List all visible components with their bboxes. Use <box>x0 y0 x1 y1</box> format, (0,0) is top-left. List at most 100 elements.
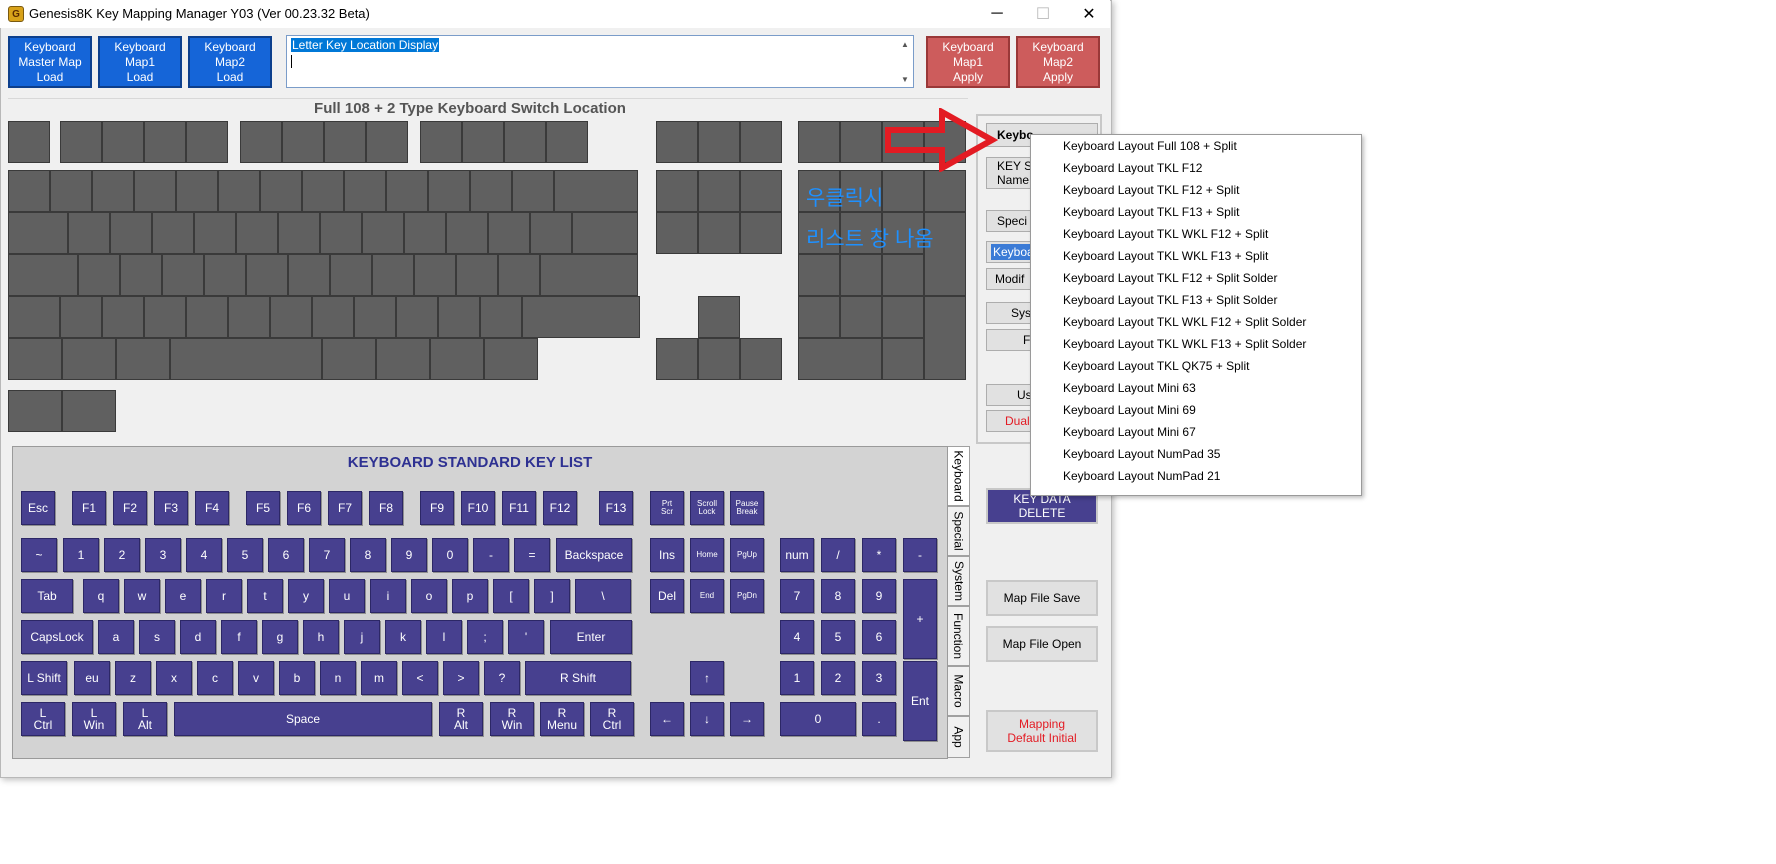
switch-slot[interactable] <box>386 170 428 212</box>
standard-key[interactable]: 7 <box>309 538 345 572</box>
standard-key[interactable]: y <box>288 579 324 613</box>
switch-slot[interactable] <box>376 338 430 380</box>
standard-key[interactable]: n <box>320 661 356 695</box>
switch-slot[interactable] <box>288 254 330 296</box>
dropdown-item[interactable]: Keyboard Layout Mini 67 <box>1063 425 1196 439</box>
standard-key[interactable]: 9 <box>391 538 427 572</box>
standard-key[interactable]: 5 <box>821 620 855 654</box>
standard-key[interactable]: L Shift <box>21 661 67 695</box>
switch-slot[interactable] <box>330 254 372 296</box>
standard-key[interactable]: L Ctrl <box>21 702 65 736</box>
switch-slot[interactable] <box>204 254 246 296</box>
scroll-up-icon[interactable]: ▲ <box>899 38 911 50</box>
dropdown-item[interactable]: Keyboard Layout NumPad 35 <box>1063 447 1220 461</box>
switch-slot[interactable] <box>8 390 62 432</box>
switch-slot[interactable] <box>302 170 344 212</box>
switch-slot[interactable] <box>882 170 924 212</box>
title-bar[interactable]: G Genesis8K Key Mapping Manager Y03 (Ver… <box>0 0 1110 28</box>
dropdown-item[interactable]: Keyboard Layout TKL WKL F12 + Split <box>1063 227 1268 241</box>
standard-key[interactable]: R Menu <box>540 702 584 736</box>
standard-key[interactable]: F6 <box>287 491 321 525</box>
standard-key[interactable]: - <box>473 538 509 572</box>
switch-slot[interactable] <box>656 170 698 212</box>
switch-slot[interactable] <box>656 121 698 163</box>
standard-key[interactable]: CapsLock <box>21 620 93 654</box>
switch-slot[interactable] <box>740 121 782 163</box>
switch-slot[interactable] <box>68 212 110 254</box>
standard-key[interactable]: R Alt <box>439 702 483 736</box>
switch-slot[interactable] <box>396 296 438 338</box>
standard-key[interactable]: e <box>165 579 201 613</box>
standard-key[interactable]: ↑ <box>690 661 724 695</box>
tab-app[interactable]: App <box>948 716 970 758</box>
standard-key[interactable]: ] <box>534 579 570 613</box>
switch-slot[interactable] <box>320 212 362 254</box>
switch-slot[interactable] <box>8 212 68 254</box>
switch-slot[interactable] <box>656 338 698 380</box>
switch-slot[interactable] <box>924 296 966 380</box>
standard-key[interactable]: j <box>344 620 380 654</box>
standard-key[interactable]: R Shift <box>525 661 631 695</box>
switch-slot[interactable] <box>60 296 102 338</box>
switch-slot[interactable] <box>354 296 396 338</box>
standard-key[interactable]: 7 <box>780 579 814 613</box>
switch-slot[interactable] <box>740 338 782 380</box>
switch-slot[interactable] <box>698 170 740 212</box>
standard-key[interactable]: w <box>124 579 160 613</box>
tab-keyboard[interactable]: Keyboard <box>948 446 970 506</box>
switch-slot[interactable] <box>420 121 462 163</box>
standard-key[interactable]: 9 <box>862 579 896 613</box>
standard-key[interactable]: 0 <box>780 702 856 736</box>
dropdown-item[interactable]: Keyboard Layout NumPad 21 <box>1063 469 1220 483</box>
switch-slot[interactable] <box>62 338 116 380</box>
standard-key[interactable]: num <box>780 538 814 572</box>
standard-key[interactable]: ↓ <box>690 702 724 736</box>
dropdown-item[interactable]: Keyboard Layout Mini 69 <box>1063 403 1196 417</box>
switch-slot[interactable] <box>218 170 260 212</box>
dropdown-item[interactable]: Keyboard Layout TKL QK75 + Split <box>1063 359 1249 373</box>
switch-slot[interactable] <box>102 121 144 163</box>
standard-key[interactable]: PgUp <box>730 538 764 572</box>
switch-slot[interactable] <box>414 254 456 296</box>
switch-slot[interactable] <box>698 296 740 338</box>
dropdown-item[interactable]: Keyboard Layout TKL F13 + Split Solder <box>1063 293 1277 307</box>
standard-key[interactable]: PgDn <box>730 579 764 613</box>
standard-key[interactable]: Scroll Lock <box>690 491 724 525</box>
switch-slot[interactable] <box>798 254 840 296</box>
standard-key[interactable]: F3 <box>154 491 188 525</box>
switch-slot[interactable] <box>282 121 324 163</box>
standard-key[interactable]: l <box>426 620 462 654</box>
switch-slot[interactable] <box>246 254 288 296</box>
standard-key[interactable]: s <box>139 620 175 654</box>
standard-key[interactable]: F7 <box>328 491 362 525</box>
standard-key[interactable]: v <box>238 661 274 695</box>
standard-key[interactable]: Del <box>650 579 684 613</box>
standard-key[interactable]: ~ <box>21 538 57 572</box>
standard-key[interactable]: F2 <box>113 491 147 525</box>
tab-system[interactable]: System <box>948 556 970 606</box>
standard-key[interactable]: 2 <box>821 661 855 695</box>
standard-key[interactable]: i <box>370 579 406 613</box>
switch-slot[interactable] <box>144 296 186 338</box>
standard-key[interactable]: Space <box>174 702 432 736</box>
switch-slot[interactable] <box>102 296 144 338</box>
switch-slot[interactable] <box>236 212 278 254</box>
standard-key[interactable]: F8 <box>369 491 403 525</box>
switch-slot[interactable] <box>546 121 588 163</box>
standard-key[interactable]: Ent <box>903 661 937 741</box>
dropdown-item[interactable]: Keyboard Layout Full 108 + Split <box>1063 139 1237 153</box>
switch-slot[interactable] <box>512 170 554 212</box>
standard-key[interactable]: L Alt <box>123 702 167 736</box>
switch-slot[interactable] <box>698 212 740 254</box>
standard-key[interactable]: q <box>83 579 119 613</box>
switch-slot[interactable] <box>50 170 92 212</box>
standard-key[interactable]: > <box>443 661 479 695</box>
standard-key[interactable]: 6 <box>268 538 304 572</box>
standard-key[interactable]: + <box>903 579 937 659</box>
standard-key[interactable]: Pause Break <box>730 491 764 525</box>
standard-key[interactable]: F13 <box>599 491 633 525</box>
standard-key[interactable]: d <box>180 620 216 654</box>
switch-slot[interactable] <box>798 121 840 163</box>
switch-slot[interactable] <box>92 170 134 212</box>
switch-slot[interactable] <box>430 338 484 380</box>
